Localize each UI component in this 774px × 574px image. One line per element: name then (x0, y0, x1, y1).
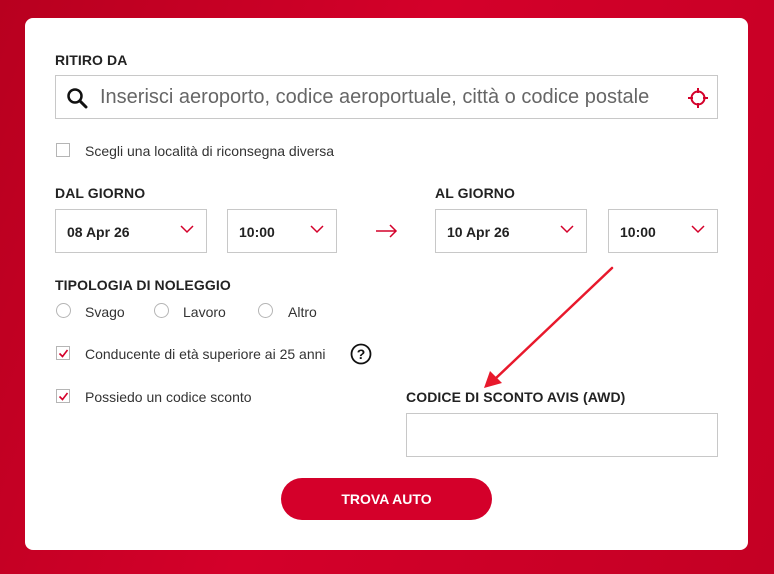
annotation-arrow-icon (484, 266, 614, 388)
